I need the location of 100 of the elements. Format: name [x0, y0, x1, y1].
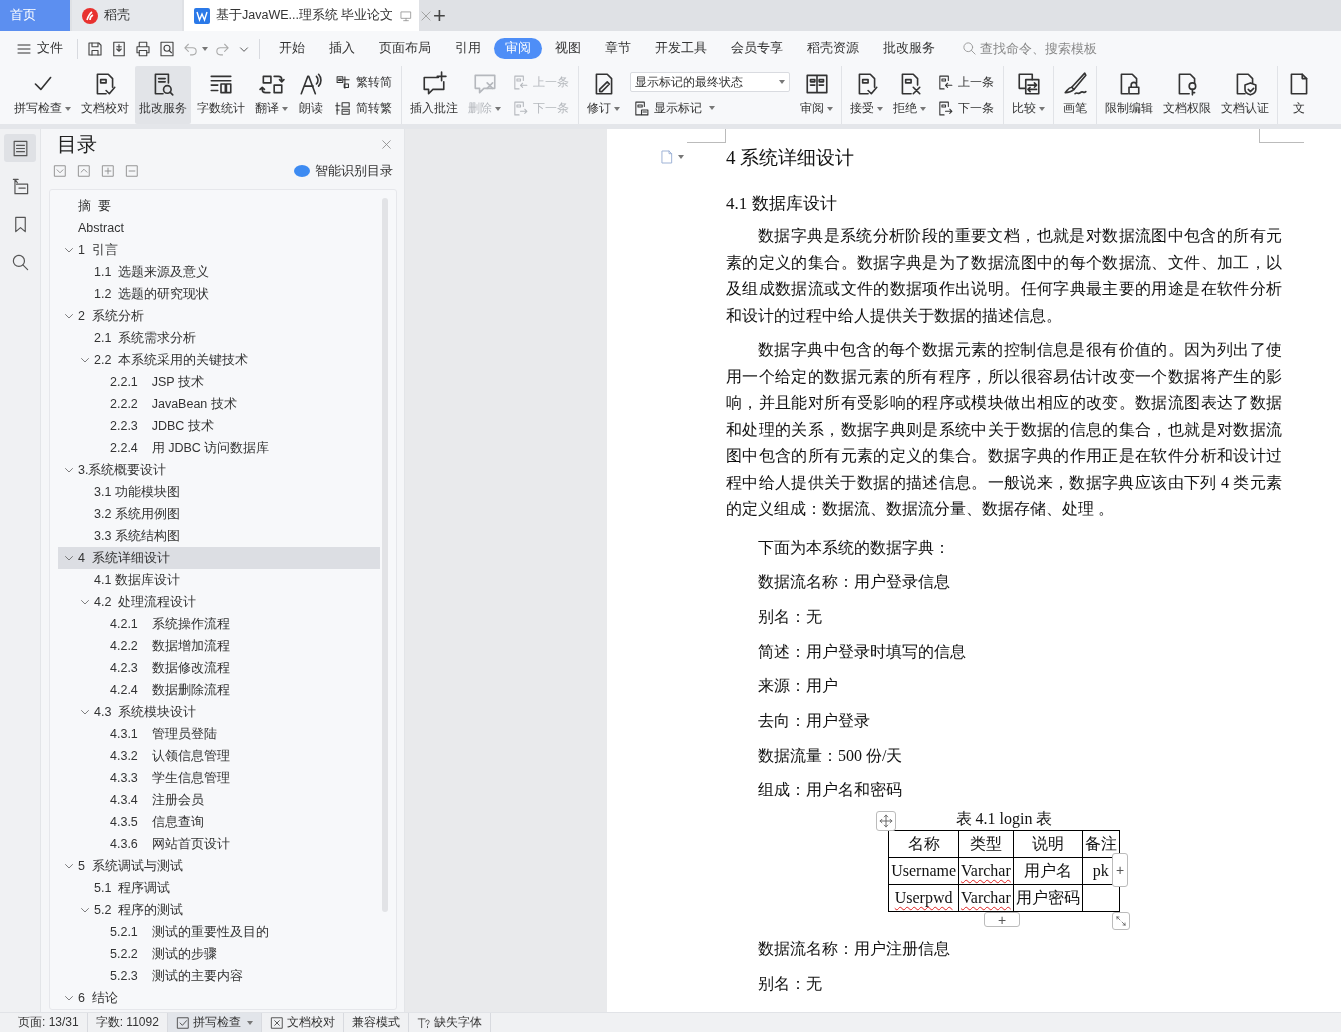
ribbon-button[interactable]: 拒绝: [889, 66, 930, 124]
move-table-button[interactable]: [876, 811, 896, 832]
smart-toc-button[interactable]: 智能识别目录: [294, 162, 393, 180]
toc-tool-button[interactable]: [53, 164, 67, 178]
status-item[interactable]: 缺失字体: [408, 1012, 491, 1032]
status-item[interactable]: 兼容模式: [343, 1012, 409, 1032]
ribbon-button[interactable]: 画笔: [1058, 66, 1092, 124]
menu-tab[interactable]: 视图: [544, 38, 592, 59]
toc-item[interactable]: 4.2.4 数据删除流程: [58, 679, 380, 701]
ribbon-small-button[interactable]: 显示标记: [630, 98, 790, 118]
ribbon-small-button[interactable]: 繁转简: [332, 72, 395, 92]
toc-item[interactable]: 2.1 系统需求分析: [58, 327, 380, 349]
ribbon-small-button[interactable]: 下一条: [934, 98, 997, 118]
document-arrow-icon: [937, 73, 954, 91]
ribbon-button[interactable]: 审阅: [796, 66, 837, 124]
toc-tool-button[interactable]: [125, 164, 139, 178]
toc-tool-button[interactable]: [77, 164, 91, 178]
new-tab-button[interactable]: +: [419, 0, 460, 31]
toc-item[interactable]: 4.3.5 信息查询: [58, 811, 380, 833]
add-column-button[interactable]: +: [1112, 853, 1128, 888]
menu-tab[interactable]: 开始: [268, 38, 316, 59]
toc-item[interactable]: 4.2.3 数据修改流程: [58, 657, 380, 679]
toc-item[interactable]: 4.3.3 学生信息管理: [58, 767, 380, 789]
toc-item[interactable]: 5.2.3 测试的主要内容: [58, 965, 380, 987]
toc-tool-button[interactable]: [101, 164, 115, 178]
toc-item[interactable]: 4 系统详细设计: [58, 547, 380, 569]
status-item[interactable]: 页面: 13/31: [10, 1012, 88, 1032]
ribbon-button[interactable]: 朗读: [294, 66, 328, 124]
ribbon-small-button[interactable]: 简转繁: [332, 98, 395, 118]
menu-tab[interactable]: 引用: [444, 38, 492, 59]
status-item[interactable]: 文档校对: [261, 1012, 344, 1032]
panel-title: 目录: [57, 131, 97, 157]
add-row-button[interactable]: +: [984, 912, 1020, 928]
menu-tab[interactable]: 稻壳资源: [796, 38, 870, 59]
toc-item[interactable]: 1.2 选题的研究现状: [58, 283, 380, 305]
toc-item[interactable]: 4.2 处理流程设计: [58, 591, 380, 613]
toolbar-button[interactable]: [134, 39, 152, 58]
toc-item[interactable]: 4.3.2 认领信息管理: [58, 745, 380, 767]
command-search-field[interactable]: 查找命令、搜索模板: [962, 41, 1110, 56]
toc-item[interactable]: 2.2.2 JavaBean 技术: [58, 393, 380, 415]
status-item[interactable]: 字数: 11092: [87, 1012, 168, 1032]
close-button[interactable]: [380, 137, 393, 151]
status-item[interactable]: 拼写检查: [167, 1012, 262, 1032]
ribbon-button[interactable]: 文档校对: [77, 66, 133, 124]
menu-tab[interactable]: 插入: [318, 38, 366, 59]
toolbar-button[interactable]: [158, 39, 176, 58]
toc-item[interactable]: 3.2 系统用例图: [58, 503, 380, 525]
toc-item[interactable]: 4.2.2 数据增加流程: [58, 635, 380, 657]
toc-item[interactable]: 4.3.4 注册会员: [58, 789, 380, 811]
ribbon-button[interactable]: 修订: [583, 66, 624, 124]
resize-table-button[interactable]: [1112, 912, 1130, 931]
ribbon-button[interactable]: 拼写检查: [10, 66, 75, 124]
file-menu[interactable]: 文件: [10, 40, 69, 57]
toc-item[interactable]: 5.2 程序的测试: [58, 899, 380, 921]
ribbon-button[interactable]: 限制编辑: [1101, 66, 1157, 124]
toolbar-button[interactable]: [110, 39, 128, 58]
ribbon-button[interactable]: 接受: [846, 66, 887, 124]
toc-item[interactable]: 5.1 程序调试: [58, 877, 380, 899]
toc-item[interactable]: 摘 要: [58, 195, 380, 217]
toc-item[interactable]: 6 结论: [58, 987, 380, 1009]
tab[interactable]: 稻壳: [72, 0, 182, 31]
toc-item[interactable]: 2.2.3 JDBC 技术: [58, 415, 380, 437]
ribbon-button[interactable]: 字数统计: [193, 66, 249, 124]
ribbon-button[interactable]: 批改服务: [135, 66, 191, 124]
menu-tab[interactable]: 页面布局: [368, 38, 442, 59]
toc-item[interactable]: 5.2.1 测试的重要性及目的: [58, 921, 380, 943]
toc-item[interactable]: 3.系统概要设计: [58, 459, 380, 481]
ribbon-button[interactable]: 文档认证: [1217, 66, 1273, 124]
search-icon: [962, 41, 977, 56]
toc-item[interactable]: 3.1 功能模块图: [58, 481, 380, 503]
toc-item[interactable]: 2 系统分析: [58, 305, 380, 327]
menu-tab[interactable]: 章节: [594, 38, 642, 59]
menu-tab[interactable]: 会员专享: [720, 38, 794, 59]
markup-dropdown[interactable]: 显示标记的最终状态: [630, 72, 790, 93]
side-panel-button[interactable]: [4, 134, 36, 162]
toc-item[interactable]: Abstract: [58, 217, 380, 239]
ribbon-button[interactable]: 文: [1282, 66, 1316, 124]
toc-item[interactable]: 2.2.1 JSP 技术: [58, 371, 380, 393]
toc-item[interactable]: 4.3 系统模块设计: [58, 701, 380, 723]
toc-item[interactable]: 1 引言: [58, 239, 380, 261]
toc-item[interactable]: 2.2 本系统采用的关键技术: [58, 349, 380, 371]
menu-tab[interactable]: 开发工具: [644, 38, 718, 59]
toc-item[interactable]: 4.1 数据库设计: [58, 569, 380, 591]
toc-item[interactable]: 2.2.4 用 JDBC 访问数据库: [58, 437, 380, 459]
paragraph-menu-button[interactable]: [659, 149, 684, 165]
button-label: 接受: [850, 100, 883, 117]
toc-item[interactable]: 1.1 选题来源及意义: [58, 261, 380, 283]
toc-item[interactable]: 4.3.1 管理员登陆: [58, 723, 380, 745]
toc-item[interactable]: 4.2.1 系统操作流程: [58, 613, 380, 635]
ribbon-button[interactable]: 插入批注: [406, 66, 462, 124]
menu-tab[interactable]: 批改服务: [872, 38, 946, 59]
toc-item[interactable]: 5 系统调试与测试: [58, 855, 380, 877]
toc-item[interactable]: 4.3.6 网站首页设计: [58, 833, 380, 855]
ribbon-small-button[interactable]: 上一条: [934, 72, 997, 92]
ribbon-button[interactable]: 比较: [1008, 66, 1049, 124]
ribbon-button[interactable]: 文档权限: [1159, 66, 1215, 124]
toc-item[interactable]: 5.2.2 测试的步骤: [58, 943, 380, 965]
ribbon-button[interactable]: 翻译: [251, 66, 292, 124]
toc-item[interactable]: 3.3 系统结构图: [58, 525, 380, 547]
toolbar-button[interactable]: [86, 39, 104, 58]
